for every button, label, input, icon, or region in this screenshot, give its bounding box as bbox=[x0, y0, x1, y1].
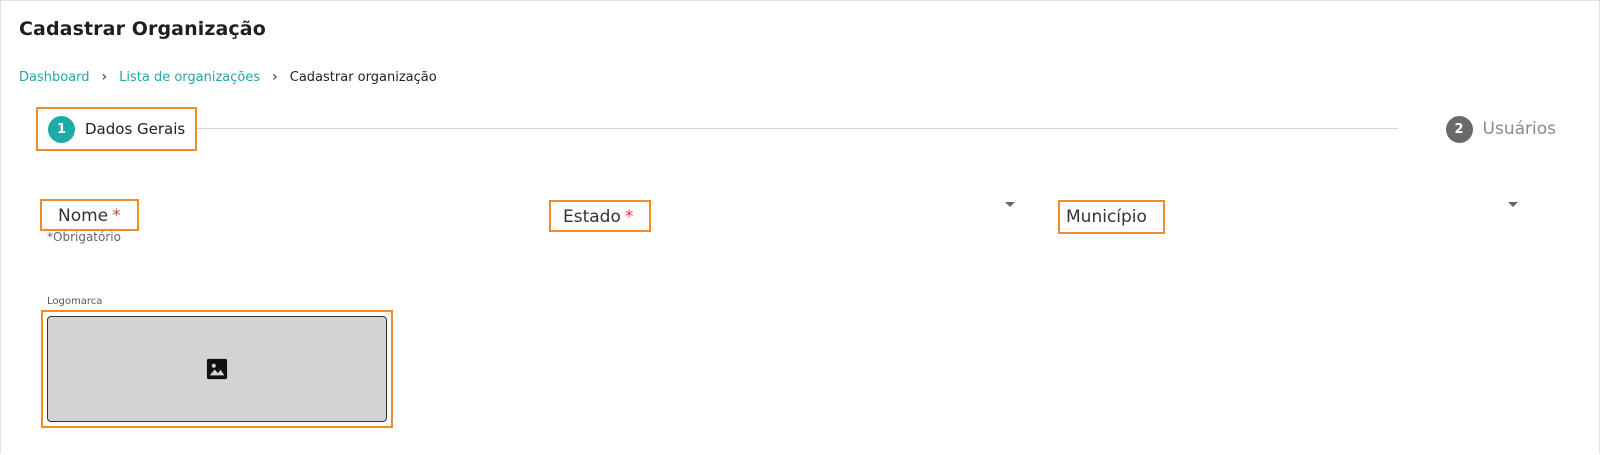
nome-field[interactable]: Nome * bbox=[40, 199, 139, 231]
breadcrumb-organizations-link[interactable]: Lista de organizações bbox=[119, 70, 260, 85]
logo-label: Logomarca bbox=[47, 296, 103, 307]
image-icon bbox=[206, 358, 228, 380]
nome-label: Nome bbox=[58, 206, 109, 226]
municipio-dropdown-arrow-icon[interactable] bbox=[1508, 202, 1518, 207]
required-mark: * bbox=[624, 207, 634, 227]
step-number-badge: 2 bbox=[1445, 115, 1473, 143]
step-usuarios[interactable]: 2 Usuários bbox=[1439, 108, 1566, 150]
breadcrumb-separator: › bbox=[272, 69, 278, 85]
breadcrumb-separator: › bbox=[101, 69, 108, 85]
breadcrumb-dashboard-link[interactable]: Dashboard bbox=[19, 70, 90, 85]
logo-upload-area[interactable] bbox=[41, 310, 393, 428]
step-number-badge: 1 bbox=[48, 115, 75, 143]
required-mark: * bbox=[112, 206, 121, 226]
stepper: 1 Dados Gerais 2 Usuários bbox=[36, 107, 1566, 151]
estado-select[interactable]: Estado * bbox=[549, 200, 652, 232]
step-dados-gerais[interactable]: 1 Dados Gerais bbox=[36, 107, 198, 151]
stepper-connector bbox=[196, 128, 1398, 129]
required-hint: *Obrigatório bbox=[47, 230, 121, 244]
step-label: Dados Gerais bbox=[85, 120, 186, 138]
municipio-label: Município bbox=[1066, 207, 1147, 227]
logo-upload-button[interactable] bbox=[47, 316, 387, 422]
municipio-select[interactable]: Município bbox=[1058, 200, 1165, 234]
page-title: Cadastrar Organização bbox=[19, 18, 266, 40]
breadcrumb-current: Cadastrar organização bbox=[289, 69, 437, 85]
step-label: Usuários bbox=[1482, 119, 1556, 139]
breadcrumb: Dashboard › Lista de organizações › Cada… bbox=[19, 69, 437, 85]
estado-dropdown-arrow-icon[interactable] bbox=[1005, 202, 1015, 207]
estado-label: Estado bbox=[563, 207, 621, 227]
